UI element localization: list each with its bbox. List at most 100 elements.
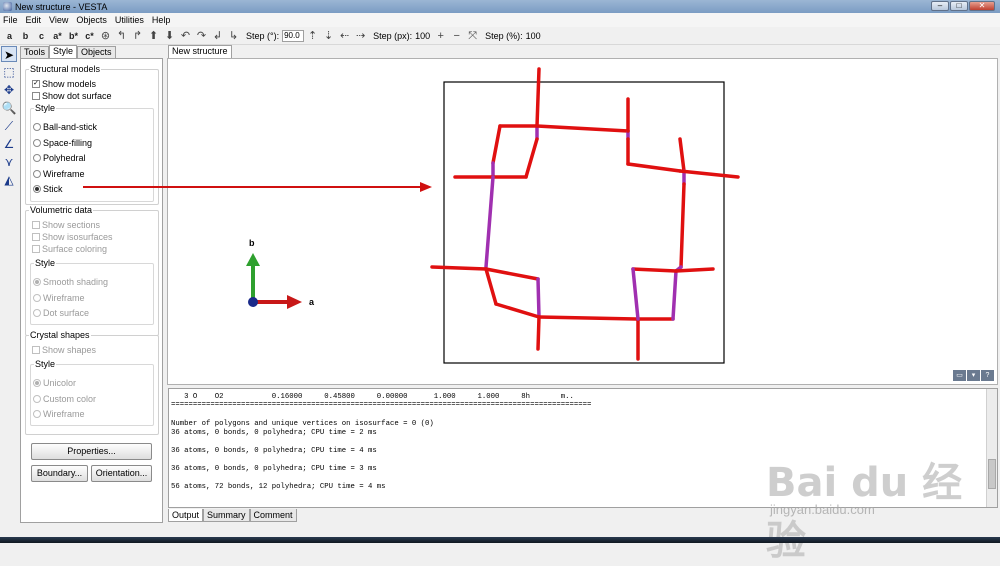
boundary-button[interactable]: Boundary... — [31, 465, 88, 482]
style-stick[interactable]: Stick — [33, 183, 63, 194]
rotate-out-icon[interactable]: ↳ — [227, 29, 240, 43]
volumetric-style-title: Style — [34, 258, 57, 268]
show-dot-surface-checkbox[interactable] — [32, 91, 40, 100]
rotate-in-icon[interactable]: ↲ — [211, 29, 224, 43]
properties-button[interactable]: Properties... — [31, 443, 152, 460]
axis-b-label: b — [249, 238, 255, 248]
output-line: ========================================… — [171, 401, 592, 409]
crystal-shapes-group: Crystal shapes Show shapes Style Unicolo… — [25, 330, 159, 435]
style-polyhedral[interactable]: Polyhedral — [33, 152, 86, 163]
tab-new-structure[interactable]: New structure — [168, 45, 232, 58]
ball-and-stick-label: Ball-and-stick — [43, 121, 98, 132]
menu-edit[interactable]: Edit — [26, 15, 42, 25]
structural-models-title: Structural models — [29, 64, 102, 74]
orientation-button[interactable]: Orientation... — [91, 465, 152, 482]
fit-icon[interactable]: ⤧ — [466, 29, 479, 43]
menu-objects[interactable]: Objects — [76, 15, 107, 25]
zoom-in-icon[interactable]: + — [434, 29, 447, 43]
bond-stick — [535, 67, 541, 128]
magnify-tool-icon[interactable]: 🔍 — [1, 100, 17, 116]
radio-stick[interactable] — [33, 184, 41, 193]
distance-tool-icon[interactable]: ⟋ — [1, 118, 17, 134]
bond-stick — [430, 265, 488, 271]
output-scrollbar[interactable] — [986, 389, 997, 507]
menu-utilities[interactable]: Utilities — [115, 15, 144, 25]
minimize-button[interactable]: – — [931, 1, 949, 11]
rotation-mode-icon[interactable]: ⊛ — [99, 29, 112, 43]
zoom-out-icon[interactable]: − — [450, 29, 463, 43]
tab-style[interactable]: Style — [49, 45, 78, 58]
vol-wireframe-label: Wireframe — [43, 292, 85, 303]
output-line: 56 atoms, 72 bonds, 12 polyhedra; CPU ti… — [171, 483, 386, 491]
move-left-icon[interactable]: ⇠ — [338, 29, 351, 43]
menu-view[interactable]: View — [49, 15, 68, 25]
move-right-icon[interactable]: ⇢ — [354, 29, 367, 43]
structure-canvas[interactable]: b a — [168, 59, 999, 386]
wireframe-label: Wireframe — [43, 168, 85, 179]
viewport-dropdown-icon[interactable]: ▾ — [967, 370, 980, 381]
select-region-icon[interactable]: ⬚ — [1, 64, 17, 80]
style-dot-surface: Dot surface — [33, 307, 89, 318]
step-px-value[interactable]: 100 — [415, 31, 430, 41]
angle-tool-icon[interactable]: ∠ — [1, 136, 17, 152]
view-a-star-button[interactable]: a* — [51, 29, 64, 43]
viewport-corner-icons: ▭ ▾ ? — [952, 370, 994, 381]
plane-tool-icon[interactable]: ◭ — [1, 172, 17, 188]
scrollbar-thumb[interactable] — [988, 459, 996, 489]
tab-tools[interactable]: Tools — [20, 46, 50, 58]
maximize-button[interactable]: □ — [950, 1, 968, 11]
menu-help[interactable]: Help — [152, 15, 171, 25]
rotate-right-icon[interactable]: ↱ — [131, 29, 144, 43]
menu-file[interactable]: File — [3, 15, 18, 25]
step-deg-input[interactable]: 90.0 — [282, 29, 305, 42]
output-line: Number of polygons and unique vertices o… — [171, 420, 434, 428]
view-c-star-button[interactable]: c* — [83, 29, 96, 43]
move-down-icon[interactable]: ⇣ — [322, 29, 335, 43]
radio-polyhedral[interactable] — [33, 153, 41, 162]
select-tool-icon[interactable]: ➤ — [1, 46, 17, 62]
tab-objects[interactable]: Objects — [77, 46, 116, 58]
show-shapes-row: Show shapes — [32, 344, 96, 355]
style-wireframe[interactable]: Wireframe — [33, 168, 85, 179]
viewport-help-icon[interactable]: ? — [981, 370, 994, 381]
window-controls: – □ ✕ — [930, 1, 995, 11]
output-line: 36 atoms, 0 bonds, 0 polyhedra; CPU time… — [171, 465, 377, 473]
show-models-checkbox[interactable]: ✓ — [32, 79, 40, 88]
move-up-icon[interactable]: ⇡ — [306, 29, 319, 43]
output-console[interactable]: 3 O O2 0.16000 0.45800 0.00000 1.000 1.0… — [168, 388, 998, 508]
viewport-menu-icon[interactable]: ▭ — [953, 370, 966, 381]
rotate-up-icon[interactable]: ⬆ — [147, 29, 160, 43]
structure-viewport[interactable]: b a ▭ ▾ ? — [167, 58, 998, 385]
dihedral-tool-icon[interactable]: ⋎ — [1, 154, 17, 170]
rotate-cw-icon[interactable]: ↷ — [195, 29, 208, 43]
rotate-ccw-icon[interactable]: ↶ — [179, 29, 192, 43]
radio-wireframe[interactable] — [33, 169, 41, 178]
rotate-left-icon[interactable]: ↰ — [115, 29, 128, 43]
style-custom-color: Custom color — [33, 393, 96, 404]
radio-space-filling[interactable] — [33, 138, 41, 147]
view-b-star-button[interactable]: b* — [67, 29, 80, 43]
bond-stick — [536, 315, 541, 351]
step-deg-label: Step (°): — [246, 30, 280, 41]
translate-tool-icon[interactable]: ✥ — [1, 82, 17, 98]
show-sections-checkbox — [32, 220, 40, 229]
style-space-filling[interactable]: Space-filling — [33, 137, 92, 148]
tab-output[interactable]: Output — [168, 509, 204, 522]
tab-summary[interactable]: Summary — [203, 509, 250, 522]
view-c-button[interactable]: c — [35, 29, 48, 43]
output-line: 3 O O2 0.16000 0.45800 0.00000 1.000 1.0… — [171, 393, 574, 401]
show-dot-surface-row[interactable]: Show dot surface — [32, 90, 112, 101]
show-models-row[interactable]: ✓ Show models — [32, 78, 96, 89]
show-sections-row: Show sections — [32, 219, 100, 230]
radio-vol-wireframe — [33, 293, 41, 302]
volumetric-data-group: Volumetric data Show sections Show isosu… — [25, 205, 159, 336]
style-ball-and-stick[interactable]: Ball-and-stick — [33, 121, 97, 132]
close-button[interactable]: ✕ — [969, 1, 995, 11]
view-a-button[interactable]: a — [3, 29, 16, 43]
tab-comment[interactable]: Comment — [249, 509, 297, 522]
stick-label: Stick — [43, 183, 63, 194]
step-pct-value[interactable]: 100 — [526, 31, 541, 41]
radio-ball-and-stick[interactable] — [33, 122, 41, 131]
view-b-button[interactable]: b — [19, 29, 32, 43]
rotate-down-icon[interactable]: ⬇ — [163, 29, 176, 43]
